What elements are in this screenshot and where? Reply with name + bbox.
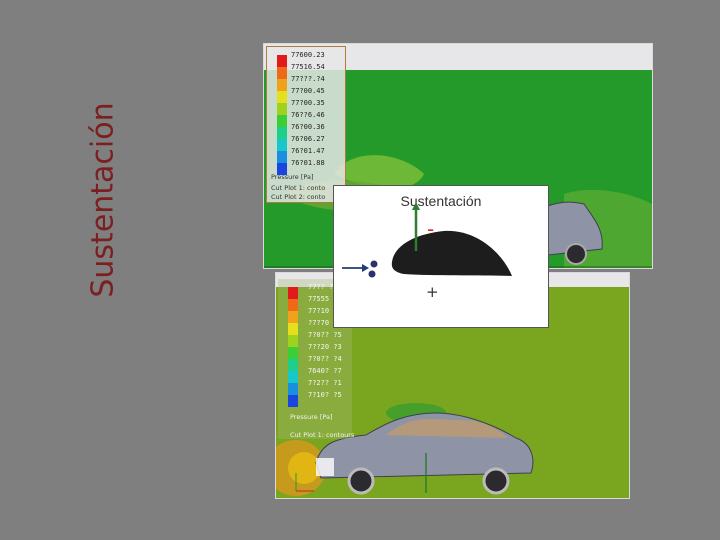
bottom-legend-value: 7?2?? ?1	[308, 379, 342, 387]
top-legend-value: 76?06.27	[291, 135, 325, 143]
bottom-legend-value: 7?0?? ?5	[308, 331, 342, 339]
bottom-legend-value: 7640? ?7	[308, 367, 342, 375]
top-legend-value: 77???.?4	[291, 75, 325, 83]
top-legend[interactable]: 77600.23 77516.54 77???.?4 77?00.45 77?0…	[266, 46, 346, 203]
bottom-legend-label: Pressure [Pa]	[290, 413, 333, 421]
bottom-legend-footer: Cut Plot 1: contours	[290, 431, 355, 439]
particle-dot	[370, 260, 378, 268]
lift-inset-diagram: Sustentación - +	[333, 185, 549, 328]
top-legend-value: 76?01.88	[291, 159, 325, 167]
top-legend-value: 76?00.36	[291, 123, 325, 131]
top-legend-value: 77516.54	[291, 63, 325, 71]
high-pressure-plus: +	[426, 283, 439, 301]
low-pressure-minus: -	[427, 217, 435, 241]
airfoil-diagram	[342, 202, 512, 278]
bottom-legend-value: 7?10? ?5	[308, 391, 342, 399]
bottom-legend-value: 7?0?? ?4	[308, 355, 342, 363]
top-legend-value: 77600.23	[291, 51, 325, 59]
particle-dot	[368, 270, 376, 278]
airfoil-shape	[391, 230, 512, 276]
bottom-legend-value: 7??20 ?3	[308, 343, 342, 351]
top-legend-value: 76??6.46	[291, 111, 325, 119]
slide-title: Sustentación	[85, 102, 121, 298]
top-legend-value: 77?00.35	[291, 99, 325, 107]
top-legend-footer-2: Cut Plot 2: conto	[271, 193, 326, 201]
top-legend-value: 77?00.45	[291, 87, 325, 95]
top-legend-value: 76?01.47	[291, 147, 325, 155]
top-legend-label: Pressure [Pa]	[271, 173, 314, 181]
top-legend-footer-1: Cut Plot 1: conto	[271, 184, 326, 192]
